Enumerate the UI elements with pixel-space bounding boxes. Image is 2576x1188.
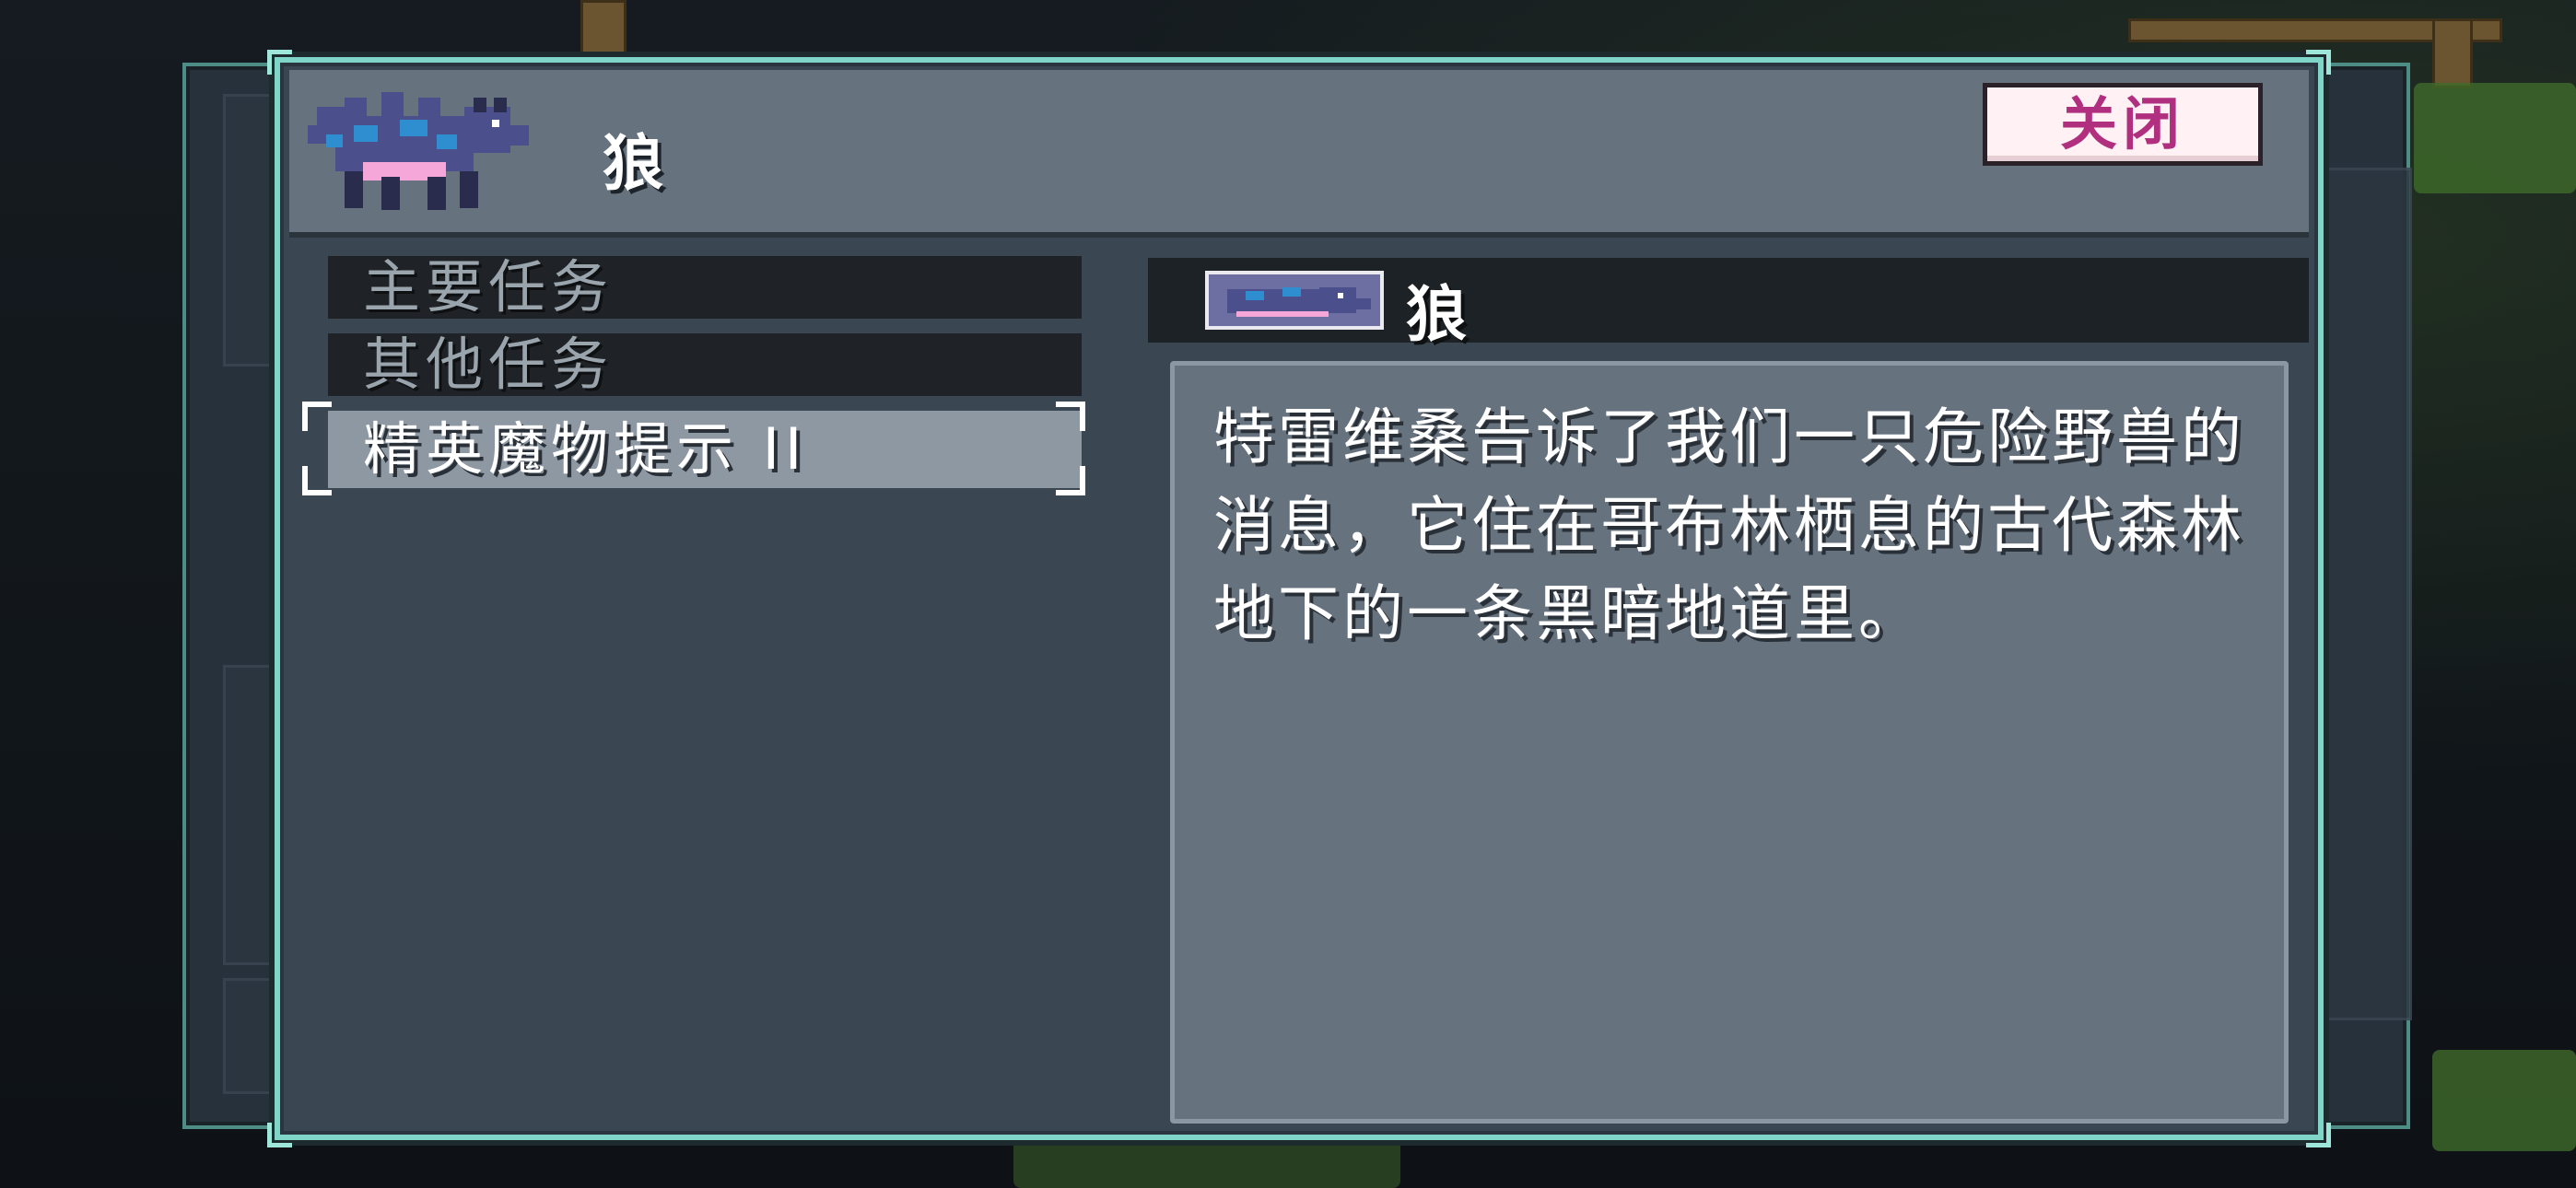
quest-item-main[interactable]: 主要任务 (328, 256, 1082, 319)
quest-item-other[interactable]: 其他任务 (328, 333, 1082, 396)
dialog-title: 狼 (603, 128, 663, 199)
foliage (2414, 83, 2576, 193)
foliage (2432, 1050, 2576, 1151)
modal-corner (2306, 50, 2331, 75)
quest-description: 特雷维桑告诉了我们一只危险野兽的消息，它住在哥布林栖息的古代森林地下的一条黑暗地… (1213, 402, 2245, 649)
modal-corner (267, 50, 292, 75)
selection-bracket (302, 466, 332, 495)
selection-bracket (302, 402, 332, 431)
wooden-post (2432, 18, 2473, 88)
quest-dialog: 狼 关闭 主要任务 其他任务 精英魔物提示 II 狼 特雷维桑告诉了我们一只危险… (267, 50, 2331, 1147)
close-button[interactable]: 关闭 (1983, 83, 2263, 166)
selection-bracket (1056, 402, 1085, 431)
modal-corner (267, 1123, 292, 1147)
dialog-header: 狼 关闭 (289, 70, 2309, 238)
foliage (1013, 1133, 1400, 1188)
quest-item-elite-monster-hint[interactable]: 精英魔物提示 II (328, 411, 1082, 488)
modal-corner (2306, 1123, 2331, 1147)
wolf-icon (308, 92, 529, 210)
selection-bracket (1056, 466, 1085, 495)
wolf-thumbnail-icon (1205, 271, 1384, 330)
monster-name: 狼 (1406, 279, 1467, 350)
quest-description-panel: 特雷维桑告诉了我们一只危险野兽的消息，它住在哥布林栖息的古代森林地下的一条黑暗地… (1170, 361, 2289, 1124)
detail-header: 狼 (1148, 258, 2309, 350)
